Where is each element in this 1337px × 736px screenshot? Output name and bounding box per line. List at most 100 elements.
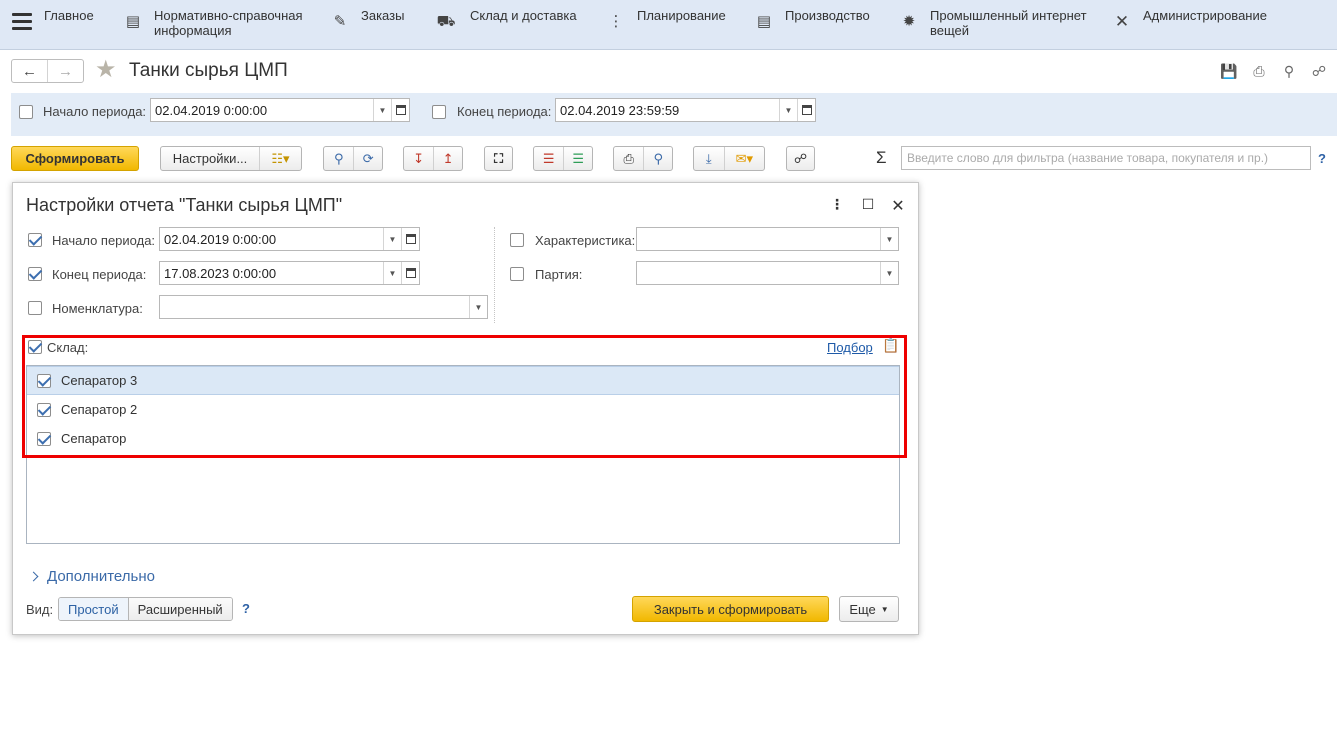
collapse-groups-icon[interactable]: ☰ xyxy=(534,147,563,170)
highlight-frame xyxy=(22,335,907,458)
dropdown-arrow-icon[interactable]: ▼ xyxy=(779,99,797,121)
additional-label: Дополнительно xyxy=(47,568,155,585)
sum-icon[interactable]: Σ xyxy=(876,148,887,168)
view-switch: Простой Расширенный xyxy=(58,597,233,621)
view-simple-button[interactable]: Простой xyxy=(59,598,129,620)
dropdown-arrow-icon[interactable]: ▼ xyxy=(383,262,401,284)
print-preview-icon[interactable]: ⚲ xyxy=(643,147,672,170)
period-panel: Начало периода: 02.04.2019 0:00:00 ▼ Кон… xyxy=(11,93,1337,136)
dropdown-arrow-icon[interactable]: ▼ xyxy=(383,228,401,250)
characteristic-field[interactable]: ▼ xyxy=(636,227,899,251)
dialog-start-checkbox[interactable] xyxy=(28,233,42,247)
section-warehouse-delivery[interactable]: ⛟ Склад и доставка xyxy=(434,8,590,30)
fullscreen-icon[interactable]: ⛶ xyxy=(484,146,513,171)
section-planning-label: Планирование xyxy=(637,8,726,23)
print-icon[interactable]: ⎙ xyxy=(614,147,643,170)
page-title: Танки сырья ЦМП xyxy=(129,60,288,81)
dialog-title: Настройки отчета "Танки сырья ЦМП" xyxy=(26,195,343,215)
window-actions: 💾 ⎙ ⚲ ☍ xyxy=(1219,62,1329,80)
generate-button[interactable]: Сформировать xyxy=(11,146,139,171)
section-reference-info[interactable]: ▤ Нормативно-справочная информация xyxy=(124,8,314,38)
back-arrow-icon[interactable]: ← xyxy=(12,60,47,82)
nomenclature-field[interactable]: ▼ xyxy=(159,295,488,319)
export-buttons: ⤓ ✉▾ xyxy=(693,146,765,171)
navigation-buttons: ← → xyxy=(11,59,84,83)
dropdown-arrow-icon[interactable]: ▼ xyxy=(880,228,898,250)
nomenclature-label: Номенклатура: xyxy=(52,301,143,316)
close-and-generate-button[interactable]: Закрыть и сформировать xyxy=(632,596,829,622)
end-period-value: 02.04.2019 23:59:59 xyxy=(560,102,680,118)
start-period-field[interactable]: 02.04.2019 0:00:00 ▼ xyxy=(150,98,410,122)
favorite-star-icon[interactable]: ★ xyxy=(95,58,117,82)
calendar-icon[interactable] xyxy=(401,228,419,250)
print-icon[interactable]: ⎙ xyxy=(1249,62,1269,80)
section-warehouse-delivery-label: Склад и доставка xyxy=(470,8,577,23)
iot-icon: ✹ xyxy=(902,12,916,30)
end-period-checkbox[interactable] xyxy=(432,105,446,119)
download-icon[interactable]: ⤓ xyxy=(694,147,724,170)
dialog-end-value: 17.08.2023 0:00:00 xyxy=(164,265,277,281)
maximize-icon[interactable]: ☐ xyxy=(860,196,876,213)
close-icon[interactable]: ✕ xyxy=(890,196,906,216)
search-next-icon[interactable]: ⟳ xyxy=(353,147,382,170)
save-icon[interactable]: 💾 xyxy=(1219,62,1239,80)
dialog-start-field[interactable]: 02.04.2019 0:00:00 ▼ xyxy=(159,227,420,251)
additional-toggle[interactable]: Дополнительно xyxy=(28,568,155,585)
document-icon: ▤ xyxy=(125,12,141,30)
search-buttons: ⚲ ⟳ xyxy=(323,146,383,171)
search-icon[interactable]: ⚲ xyxy=(324,147,353,170)
section-reference-info-label: Нормативно-справочная информация xyxy=(154,8,303,38)
orders-icon: ✎ xyxy=(333,12,347,30)
help-icon[interactable]: ? xyxy=(1318,151,1326,166)
section-planning[interactable]: ⋮ Планирование xyxy=(607,8,737,30)
sections-panel: Главное ▤ Нормативно-справочная информац… xyxy=(0,0,1337,50)
column-divider xyxy=(494,227,495,323)
nomenclature-checkbox[interactable] xyxy=(28,301,42,315)
dropdown-arrow-icon[interactable]: ▼ xyxy=(469,296,487,318)
calendar-icon[interactable] xyxy=(391,99,409,121)
batch-field[interactable]: ▼ xyxy=(636,261,899,285)
forward-arrow-icon[interactable]: → xyxy=(47,60,83,82)
variants-icon[interactable]: ☷▾ xyxy=(259,147,301,170)
characteristic-checkbox[interactable] xyxy=(510,233,524,247)
section-production-label: Производство xyxy=(785,8,870,23)
calendar-icon[interactable] xyxy=(401,262,419,284)
dialog-end-field[interactable]: 17.08.2023 0:00:00 ▼ xyxy=(159,261,420,285)
settings-button[interactable]: Настройки... ☷▾ xyxy=(160,146,302,171)
section-administration[interactable]: ✕ Администрирование xyxy=(1113,8,1293,30)
help-icon[interactable]: ? xyxy=(242,601,250,616)
view-extended-button[interactable]: Расширенный xyxy=(128,598,232,620)
more-button-label: Еще xyxy=(849,601,876,617)
dropdown-arrow-icon[interactable]: ▼ xyxy=(373,99,391,121)
link-icon[interactable]: ☍ xyxy=(1309,62,1329,80)
mail-icon[interactable]: ✉▾ xyxy=(723,147,764,170)
end-period-field[interactable]: 02.04.2019 23:59:59 ▼ xyxy=(555,98,816,122)
sort-ascending-icon[interactable]: ↥ xyxy=(433,147,462,170)
chevron-right-icon xyxy=(28,571,39,582)
start-period-checkbox[interactable] xyxy=(19,105,33,119)
section-production[interactable]: ▤ Производство xyxy=(755,8,885,30)
settings-button-label: Настройки... xyxy=(172,151,248,166)
section-orders[interactable]: ✎ Заказы xyxy=(331,8,431,30)
dialog-start-value: 02.04.2019 0:00:00 xyxy=(164,231,277,247)
view-label: Вид: xyxy=(26,602,54,617)
calendar-icon[interactable] xyxy=(797,99,815,121)
dropdown-arrow-icon: ▼ xyxy=(880,604,889,614)
tools-icon: ✕ xyxy=(1114,11,1130,31)
batch-checkbox[interactable] xyxy=(510,267,524,281)
preview-icon[interactable]: ⚲ xyxy=(1279,62,1299,80)
sort-descending-icon[interactable]: ↧ xyxy=(404,147,433,170)
more-vert-icon[interactable]: ⋮ xyxy=(829,196,845,213)
section-orders-label: Заказы xyxy=(361,8,405,23)
dialog-end-checkbox[interactable] xyxy=(28,267,42,281)
characteristic-label: Характеристика: xyxy=(535,233,636,248)
section-iot[interactable]: ✹ Промышленный интернет вещей xyxy=(900,8,1090,38)
filter-input[interactable]: Введите слово для фильтра (название това… xyxy=(901,146,1311,170)
more-button[interactable]: Еще ▼ xyxy=(839,596,899,622)
menu-icon[interactable] xyxy=(12,13,32,31)
sort-buttons: ↧ ↥ xyxy=(403,146,463,171)
expand-groups-icon[interactable]: ☰ xyxy=(563,147,592,170)
section-iot-label: Промышленный интернет вещей xyxy=(930,8,1087,38)
dropdown-arrow-icon[interactable]: ▼ xyxy=(880,262,898,284)
link-icon[interactable]: ☍ xyxy=(786,146,815,171)
